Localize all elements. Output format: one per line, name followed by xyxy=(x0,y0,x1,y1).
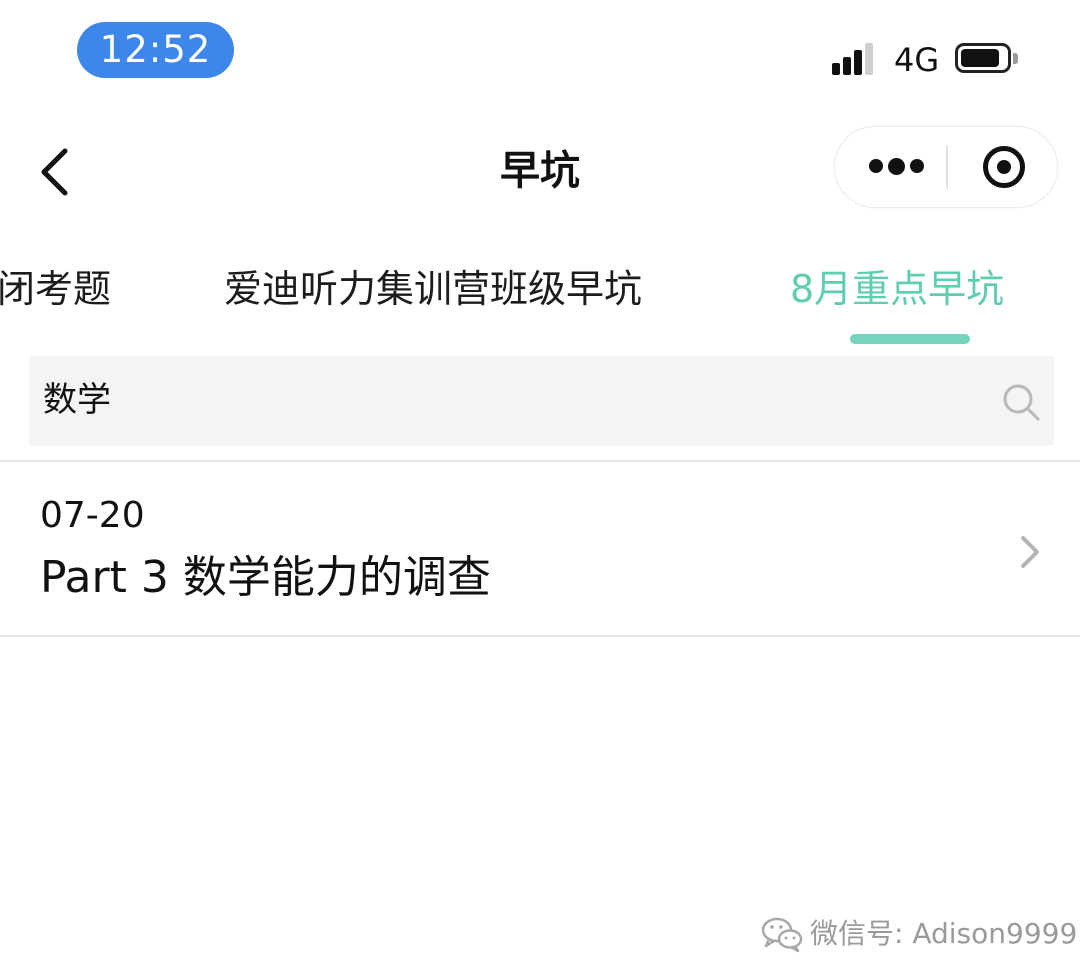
watermark-text: 微信号: Adison9999 xyxy=(810,917,1078,950)
list-divider xyxy=(0,635,1080,637)
search-input[interactable] xyxy=(43,376,943,424)
list-item[interactable]: 07-20 Part 3 数学能力的调查 xyxy=(0,462,1080,635)
status-bar: 12:52 4G xyxy=(0,0,1080,100)
more-button[interactable] xyxy=(835,127,946,207)
nav-bar: 早坑 xyxy=(0,118,1080,223)
tab-august-focus[interactable]: 8月重点早坑 xyxy=(790,264,1004,314)
battery-icon xyxy=(955,43,1021,75)
wechat-logo-icon xyxy=(761,917,803,953)
back-button[interactable] xyxy=(28,138,88,204)
close-button[interactable] xyxy=(948,127,1058,207)
mini-program-capsule xyxy=(834,126,1058,208)
tab-bar: 闭考题 爱迪听力集训营班级早坑 8月重点早坑 xyxy=(0,248,1080,348)
signal-icon xyxy=(832,43,882,75)
active-tab-indicator xyxy=(850,334,970,344)
item-title: Part 3 数学能力的调查 xyxy=(40,552,491,603)
tab-listening-camp[interactable]: 爱迪听力集训营班级早坑 xyxy=(224,264,642,314)
item-date: 07-20 xyxy=(40,495,145,536)
network-type: 4G xyxy=(894,41,940,79)
search-box[interactable] xyxy=(29,356,1054,446)
tab-exam-questions[interactable]: 闭考题 xyxy=(0,264,111,314)
page-title: 早坑 xyxy=(500,148,580,194)
status-time: 12:52 xyxy=(77,22,234,78)
chevron-left-icon xyxy=(41,148,68,196)
search-icon[interactable] xyxy=(1001,382,1041,422)
chevron-right-icon xyxy=(1021,536,1039,568)
